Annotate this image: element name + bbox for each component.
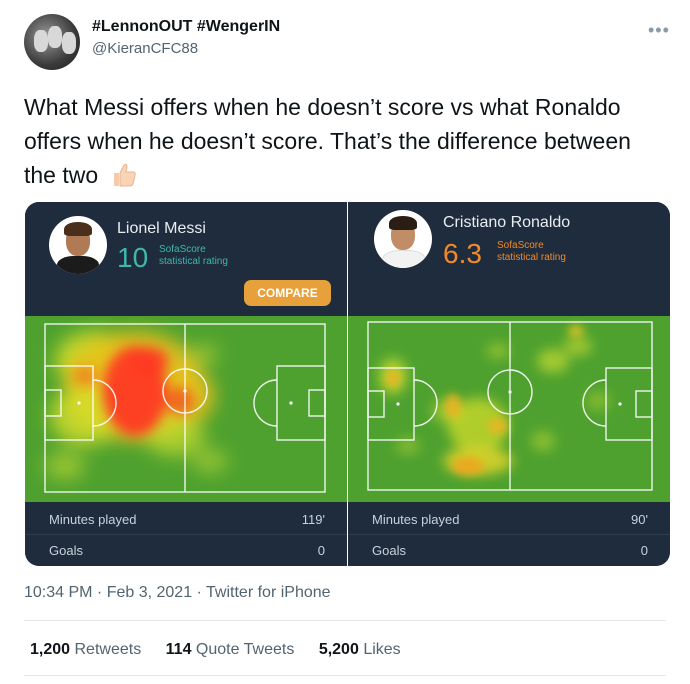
retweets-link[interactable]: 1,200 Retweets <box>30 641 141 658</box>
likes-link[interactable]: 5,200 Likes <box>319 641 401 658</box>
player-rating: 6.3 <box>443 238 482 269</box>
compare-button[interactable]: COMPARE <box>244 280 331 306</box>
stats-panel: Minutes played 119' Goals 0 <box>25 502 347 566</box>
stat-goals: Goals 0 <box>372 543 648 558</box>
player-card-messi: Lionel Messi 10 SofaScore statistical ra… <box>25 202 347 566</box>
thumbs-up-icon <box>113 163 136 187</box>
heatmap-pitch <box>25 316 347 502</box>
tweet: #LennonOUT #WengerIN @KieranCFC88 ••• Wh… <box>0 0 690 684</box>
player-rating: 10 <box>117 242 149 273</box>
user-handle[interactable]: @KieranCFC88 <box>92 40 198 57</box>
avatar[interactable] <box>24 14 80 70</box>
card-header: Cristiano Ronaldo 6.3 SofaScore statisti… <box>348 202 670 316</box>
heatmap-pitch <box>348 316 670 502</box>
quote-tweets-link[interactable]: 114 Quote Tweets <box>166 641 295 658</box>
rating-source: SofaScore statistical rating <box>497 240 566 263</box>
tweet-timestamp[interactable]: 10:34 PM · Feb 3, 2021 · <box>24 584 206 601</box>
player-card-ronaldo: Cristiano Ronaldo 6.3 SofaScore statisti… <box>348 202 670 566</box>
display-name[interactable]: #LennonOUT #WengerIN <box>92 18 280 36</box>
stats-panel: Minutes played 90' Goals 0 <box>348 502 670 566</box>
stat-minutes-played: Minutes played 90' <box>372 512 648 527</box>
player-name: Cristiano Ronaldo <box>443 214 571 231</box>
engagement-stats: 1,200 Retweets 114 Quote Tweets 5,200 Li… <box>30 641 421 659</box>
rating-source: SofaScore statistical rating <box>159 244 228 267</box>
more-horizontal-icon[interactable]: ••• <box>648 20 670 41</box>
tweet-meta: 10:34 PM · Feb 3, 2021 · Twitter for iPh… <box>24 584 331 602</box>
player-name: Lionel Messi <box>117 220 206 237</box>
player-photo-messi <box>49 216 107 274</box>
stat-minutes-played: Minutes played 119' <box>49 512 325 527</box>
divider <box>24 675 666 676</box>
card-header: Lionel Messi 10 SofaScore statistical ra… <box>25 202 347 316</box>
divider <box>24 620 666 621</box>
tweet-text: What Messi offers when he doesn’t score … <box>24 90 644 192</box>
player-photo-ronaldo <box>374 210 432 268</box>
tweet-media-image[interactable]: Lionel Messi 10 SofaScore statistical ra… <box>25 202 670 566</box>
stat-goals: Goals 0 <box>49 543 325 558</box>
tweet-source[interactable]: Twitter for iPhone <box>206 584 331 601</box>
